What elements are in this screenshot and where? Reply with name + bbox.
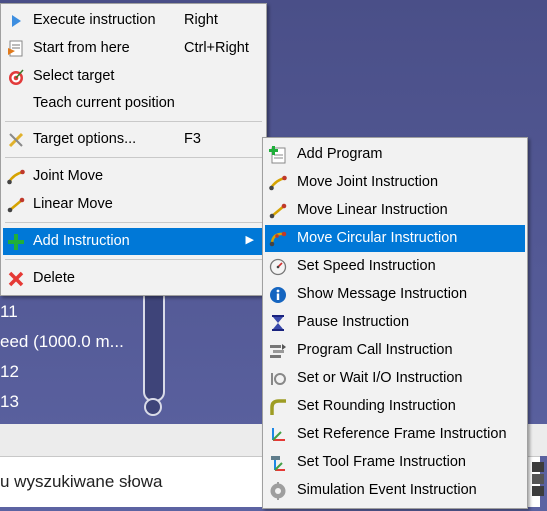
submenu-item-move-joint[interactable]: Move Joint Instruction <box>265 169 525 196</box>
menu-item-label: Joint Move <box>33 168 104 184</box>
submenu-item-set-or-wait-io[interactable]: Set or Wait I/O Instruction <box>265 365 525 392</box>
plus-icon <box>8 234 24 250</box>
vertical-scrollbar[interactable] <box>143 280 165 402</box>
move-linear-icon <box>269 203 287 219</box>
tool-frame-icon <box>271 456 285 471</box>
submenu-item-label: Simulation Event Instruction <box>297 482 477 498</box>
menu-item-shortcut: F3 <box>184 131 201 147</box>
submenu-item-set-reference-frame[interactable]: Set Reference Frame Instruction <box>265 421 525 448</box>
menu-item-label: Start from here <box>33 40 130 56</box>
menu-separator <box>5 259 262 260</box>
menu-item-joint-move[interactable]: Joint Move <box>3 163 264 190</box>
program-call-icon <box>270 344 286 358</box>
menu-item-linear-move[interactable]: Linear Move <box>3 191 264 218</box>
menu-item-label: Execute instruction <box>33 12 156 28</box>
taskbar-icon[interactable] <box>531 462 545 506</box>
menu-item-label: Select target <box>33 68 115 84</box>
menu-item-label: Delete <box>33 270 75 286</box>
scrollbar-knob[interactable] <box>144 398 162 416</box>
rounding-icon <box>270 399 286 415</box>
menu-item-execute-instruction[interactable]: Execute instruction Right <box>3 7 264 34</box>
list-item[interactable]: eed (1000.0 m... <box>0 332 124 352</box>
submenu-item-label: Set Speed Instruction <box>297 258 436 274</box>
menu-item-label: Target options... <box>33 131 137 147</box>
delete-icon <box>8 271 24 287</box>
play-icon <box>12 15 21 27</box>
submenu-item-label: Pause Instruction <box>297 314 410 330</box>
menu-item-label: Add Instruction <box>33 233 130 249</box>
list-item[interactable]: 12 <box>0 362 19 382</box>
menu-item-delete[interactable]: Delete <box>3 265 264 292</box>
submenu-item-program-call[interactable]: Program Call Instruction <box>265 337 525 364</box>
hourglass-icon <box>272 315 284 331</box>
submenu-item-set-rounding[interactable]: Set Rounding Instruction <box>265 393 525 420</box>
menu-item-shortcut: Ctrl+Right <box>184 40 249 56</box>
target-options-icon <box>8 132 24 148</box>
submenu-item-label: Set Reference Frame Instruction <box>297 426 507 442</box>
linear-move-icon <box>7 197 25 213</box>
submenu-item-simulation-event[interactable]: Simulation Event Instruction <box>265 477 525 504</box>
move-joint-icon <box>269 175 287 191</box>
menu-item-teach-current-position[interactable]: Teach current position <box>3 90 264 117</box>
menu-separator <box>5 222 262 223</box>
speed-icon <box>269 258 287 276</box>
joint-move-icon <box>7 169 25 185</box>
submenu-item-label: Set Tool Frame Instruction <box>297 454 466 470</box>
menu-separator <box>5 157 262 158</box>
simulation-event-icon <box>270 482 286 500</box>
menu-item-label: Teach current position <box>33 95 175 111</box>
submenu-item-label: Move Joint Instruction <box>297 174 439 190</box>
search-input[interactable]: u wyszukiwane słowa <box>0 472 163 492</box>
context-menu: Execute instruction Right Start from her… <box>0 3 267 296</box>
start-here-icon <box>8 40 23 57</box>
add-instruction-submenu: Add Program Move Joint Instruction Move … <box>262 137 528 509</box>
submenu-item-set-tool-frame[interactable]: Set Tool Frame Instruction <box>265 449 525 476</box>
menu-separator <box>5 121 262 122</box>
menu-item-start-from-here[interactable]: Start from here Ctrl+Right <box>3 35 264 62</box>
menu-item-add-instruction[interactable]: Add Instruction ▶ <box>3 228 264 255</box>
target-icon <box>9 69 24 85</box>
submenu-item-add-program[interactable]: Add Program <box>265 141 525 168</box>
submenu-item-label: Show Message Instruction <box>297 286 468 302</box>
submenu-item-label: Add Program <box>297 146 383 162</box>
menu-item-target-options[interactable]: Target options... F3 <box>3 126 264 153</box>
reference-frame-icon <box>272 428 285 441</box>
add-program-icon <box>269 146 286 164</box>
submenu-item-move-linear[interactable]: Move Linear Instruction <box>265 197 525 224</box>
submenu-item-pause[interactable]: Pause Instruction <box>265 309 525 336</box>
submenu-item-label: Move Circular Instruction <box>297 230 458 246</box>
submenu-arrow-icon: ▶ <box>245 234 254 246</box>
submenu-item-move-circular[interactable]: Move Circular Instruction <box>265 225 525 252</box>
info-icon <box>270 287 286 303</box>
menu-item-shortcut: Right <box>184 12 218 28</box>
submenu-item-show-message[interactable]: Show Message Instruction <box>265 281 525 308</box>
submenu-item-label: Set Rounding Instruction <box>297 398 456 414</box>
menu-item-select-target[interactable]: Select target <box>3 63 264 90</box>
submenu-item-set-speed[interactable]: Set Speed Instruction <box>265 253 525 280</box>
submenu-item-label: Set or Wait I/O Instruction <box>297 370 463 386</box>
submenu-item-label: Move Linear Instruction <box>297 202 448 218</box>
menu-item-label: Linear Move <box>33 196 113 212</box>
move-circular-icon <box>269 231 287 247</box>
submenu-item-label: Program Call Instruction <box>297 342 453 358</box>
list-item[interactable]: 13 <box>0 392 19 412</box>
list-item[interactable]: 11 <box>0 302 18 322</box>
io-icon <box>271 373 286 385</box>
